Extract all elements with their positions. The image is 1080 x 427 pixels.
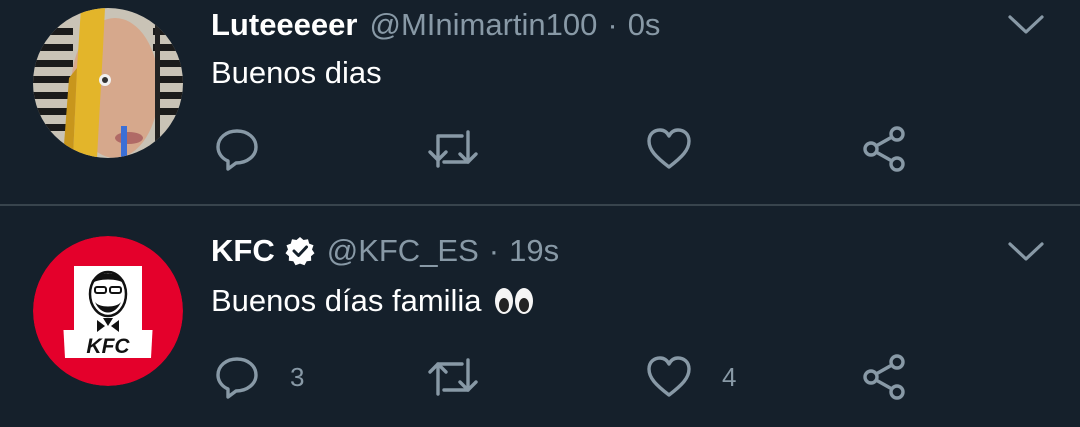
like-button[interactable]: 4 bbox=[646, 352, 736, 402]
reply-button[interactable] bbox=[214, 124, 290, 174]
share-button[interactable] bbox=[862, 352, 908, 402]
display-name[interactable]: KFC bbox=[211, 233, 275, 269]
like-count: 4 bbox=[722, 361, 737, 392]
reply-button[interactable]: 3 bbox=[214, 352, 304, 402]
tweet-header: Luteeeeer @MInimartin100 · 0s bbox=[211, 0, 660, 50]
tweet-text: Buenos días familia bbox=[211, 283, 534, 319]
tweet-header: KFC @KFC_ES · 19s bbox=[211, 226, 559, 276]
verified-badge-icon bbox=[285, 236, 315, 266]
share-icon bbox=[863, 126, 905, 172]
reply-icon bbox=[216, 129, 258, 171]
chevron-down-icon[interactable] bbox=[1007, 13, 1045, 37]
retweet-icon bbox=[428, 358, 478, 396]
user-handle[interactable]: @MInimartin100 bbox=[369, 7, 597, 43]
retweet-button[interactable] bbox=[426, 124, 480, 174]
retweet-icon bbox=[428, 130, 478, 168]
heart-icon bbox=[647, 128, 691, 169]
eyes-emoji-icon bbox=[494, 287, 534, 315]
tweet-actions: 3 4 bbox=[0, 352, 1080, 402]
tweet-text: Buenos dias bbox=[211, 55, 382, 90]
chevron-down-icon[interactable] bbox=[1007, 240, 1045, 264]
heart-icon bbox=[647, 356, 691, 397]
user-handle[interactable]: @KFC_ES bbox=[327, 233, 479, 269]
tweet-text-content: Buenos días familia bbox=[211, 283, 482, 318]
share-button[interactable] bbox=[862, 124, 908, 174]
reply-icon bbox=[216, 357, 258, 399]
like-button[interactable] bbox=[646, 124, 722, 174]
retweet-button[interactable] bbox=[426, 352, 480, 402]
share-icon bbox=[863, 354, 905, 400]
separator-dot: · bbox=[607, 7, 618, 42]
reply-count: 3 bbox=[290, 361, 305, 392]
display-name[interactable]: Luteeeeer bbox=[211, 7, 357, 43]
tweet[interactable]: Luteeeeer @MInimartin100 · 0s Buenos dia… bbox=[0, 0, 1080, 204]
tweet-actions bbox=[0, 124, 1080, 174]
tweet[interactable]: KFC KFC @KFC_ES · 19s Buenos días famili… bbox=[0, 206, 1080, 427]
timestamp[interactable]: 0s bbox=[628, 7, 661, 43]
separator-dot: · bbox=[488, 233, 500, 268]
timestamp[interactable]: 19s bbox=[509, 233, 559, 269]
